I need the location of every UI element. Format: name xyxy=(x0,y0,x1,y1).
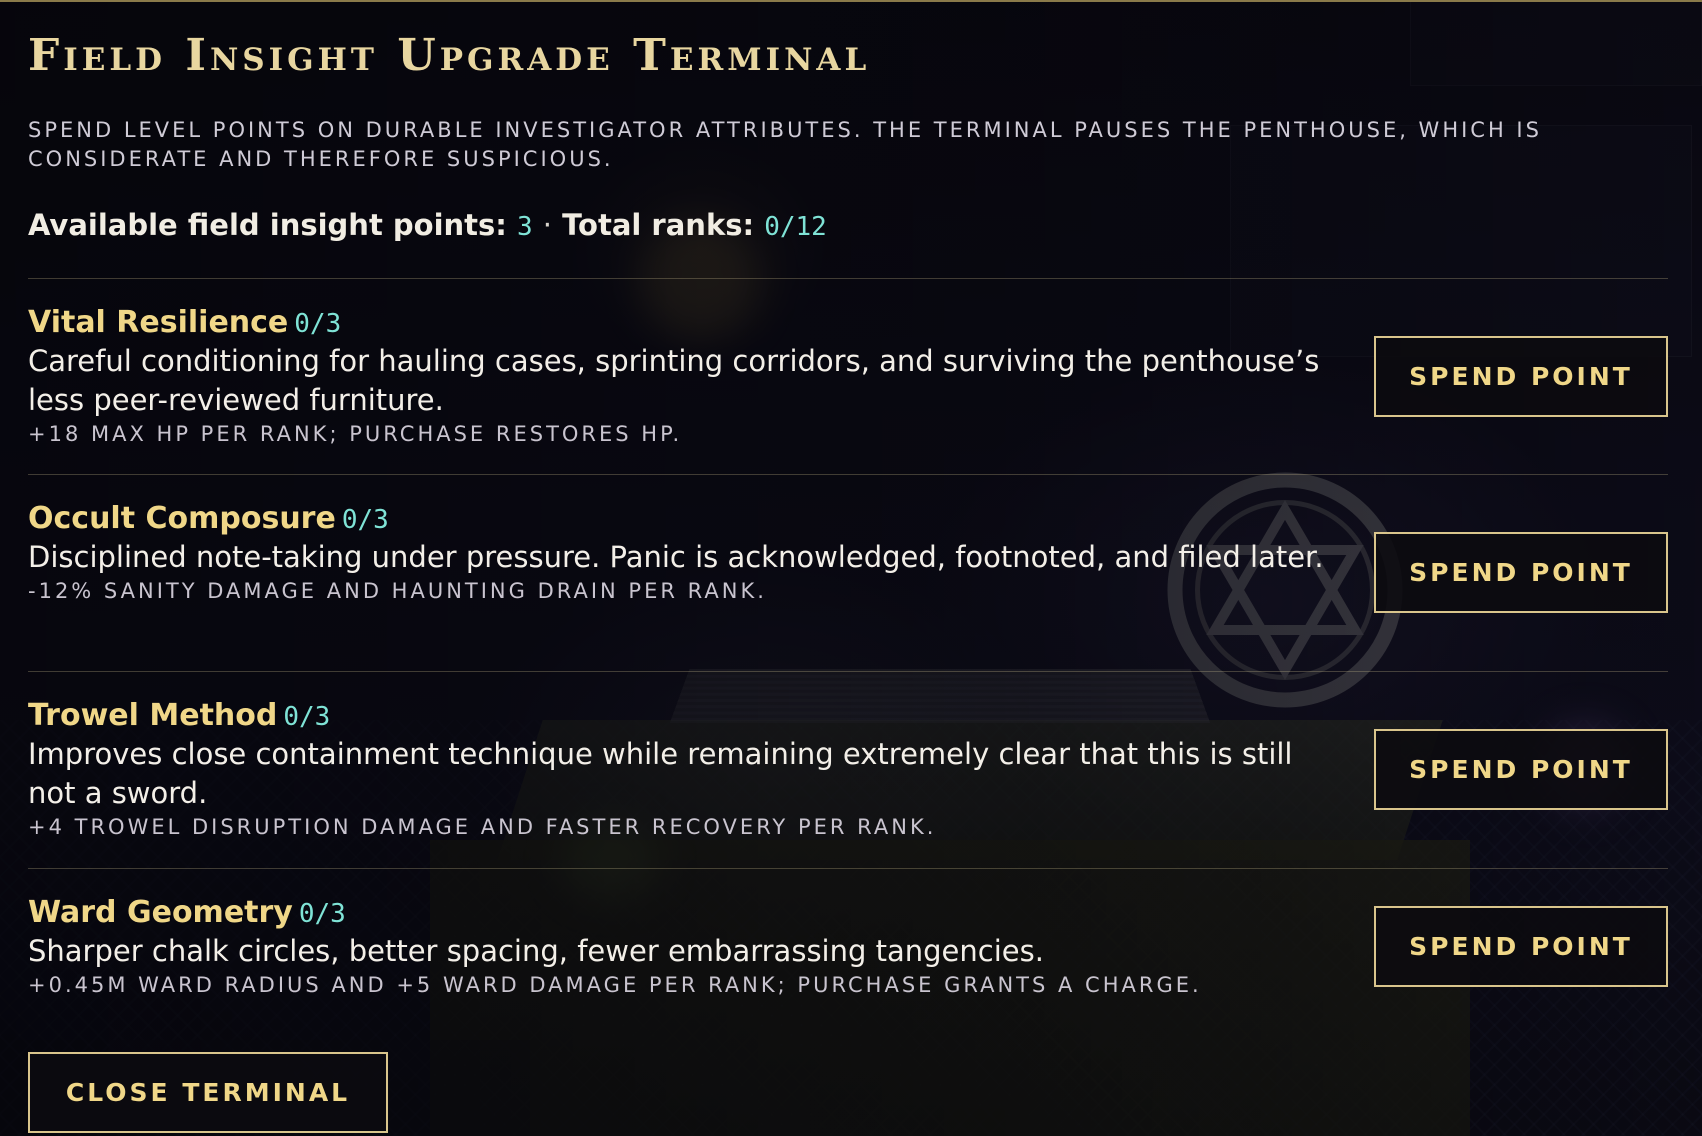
spend-point-button-occult-composure[interactable]: Spend Point xyxy=(1374,532,1668,613)
upgrade-description: Careful conditioning for hauling cases, … xyxy=(28,344,1320,417)
divider xyxy=(28,474,1668,475)
spend-point-button-vital-resilience[interactable]: Spend Point xyxy=(1374,336,1668,417)
upgrade-terminal-panel: Field Insight Upgrade Terminal Spend lev… xyxy=(0,0,1702,1136)
ranks-label: Total ranks: xyxy=(562,208,755,242)
upgrade-description: Disciplined note-taking under pressure. … xyxy=(28,540,1324,574)
upgrade-effect: +4 trowel disruption damage and faster r… xyxy=(28,815,937,839)
divider xyxy=(28,868,1668,869)
separator: · xyxy=(542,208,552,242)
spend-point-button-trowel-method[interactable]: Spend Point xyxy=(1374,729,1668,810)
upgrade-rank: 0/3 xyxy=(283,702,331,732)
divider xyxy=(28,671,1668,672)
upgrade-rank: 0/3 xyxy=(294,309,342,339)
upgrade-name: Trowel Method xyxy=(28,698,278,733)
upgrade-name: Ward Geometry xyxy=(28,895,293,930)
upgrade-description: Improves close containment technique whi… xyxy=(28,737,1293,810)
upgrade-description: Sharper chalk circles, better spacing, f… xyxy=(28,934,1044,968)
upgrade-effect: +18 max HP per rank; purchase restores H… xyxy=(28,422,683,446)
points-value: 3 xyxy=(517,212,533,242)
upgrade-name: Vital Resilience xyxy=(28,305,289,340)
upgrade-name: Occult Composure xyxy=(28,501,336,536)
terminal-subtitle: Spend level points on durable investigat… xyxy=(28,118,1542,171)
close-terminal-button[interactable]: Close Terminal xyxy=(28,1052,388,1133)
upgrade-rank: 0/3 xyxy=(298,899,346,929)
upgrade-rank: 0/3 xyxy=(341,505,389,535)
ranks-value: 0/12 xyxy=(764,212,827,242)
terminal-title: Field Insight Upgrade Terminal xyxy=(28,30,871,81)
points-label: Available field insight points: xyxy=(28,208,507,242)
divider xyxy=(28,278,1668,279)
points-summary: Available field insight points: 3 · Tota… xyxy=(28,208,827,242)
spend-point-button-ward-geometry[interactable]: Spend Point xyxy=(1374,906,1668,987)
